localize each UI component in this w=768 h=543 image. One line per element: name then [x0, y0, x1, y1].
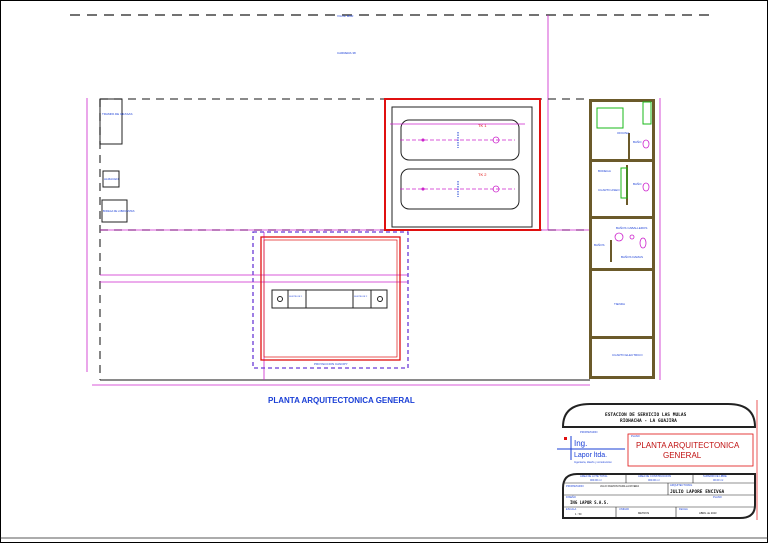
built-area-value: 000.00 m²: [648, 478, 660, 482]
sheet-label: PLANO: [713, 495, 722, 499]
room-cellar: BODEGA: [598, 169, 611, 173]
logo-mark: [564, 437, 567, 440]
canopy-label: PROYECCION CANOPY: [314, 362, 348, 366]
free-area-value: 00.00 m²: [713, 478, 723, 482]
project-line-1: ESTACION DE SERVICIO LAS MULAS: [605, 412, 687, 418]
room-bath-2: BAÑO: [633, 181, 642, 186]
dispenser-island: [271, 289, 388, 309]
room-electrical: CUARTO ELECTRICO: [612, 353, 643, 357]
owner-caption: PROPIETARIO: [580, 430, 598, 434]
room-women: BAÑOS DAMAS: [621, 254, 643, 259]
dispenser-left-label: SURTIDOR 1: [289, 296, 303, 298]
scale-label: ESCALA: [566, 507, 577, 511]
street-top-label: VIA AL MAR: [337, 14, 354, 18]
date-value: ABRIL de 2023: [699, 511, 717, 515]
scale-value: 1 : 50: [575, 512, 582, 516]
lubricants-label: BODEGA DE LUBRICANTES: [103, 210, 135, 213]
built-area-label: AREA DE CONSTRUCCION: [638, 474, 671, 478]
owner-value: JULIO RAMON PADILLA RIVERA: [600, 484, 639, 488]
room-baths: BAÑOS: [594, 242, 605, 247]
office-desk: [596, 107, 624, 129]
canopy-projection: [260, 236, 401, 361]
room-shop: TIENDA: [614, 302, 625, 306]
logo-line-2: Lapor ltda.: [574, 452, 607, 459]
dimension-lines: [86, 98, 661, 386]
designer-value: JULIO LAPORE ENCIVGA: [670, 489, 724, 495]
title-block: ESTACION DE SERVICIO LAS MULAS RIOHACHA …: [557, 400, 758, 520]
tank-2-label: TK 2: [478, 172, 487, 177]
dispenser-right-label: SURTIDOR 2: [354, 296, 368, 298]
plan-line-2: GENERAL: [663, 451, 702, 460]
lot-boundary: [99, 98, 590, 380]
drawing-title: PLANTA ARQUITECTONICA GENERAL: [268, 396, 415, 405]
shelf: [642, 101, 652, 125]
room-cleaning: CUARTO ASEO: [598, 188, 620, 192]
unit-label: UNIDAD: [619, 507, 629, 511]
grease-trap: [99, 98, 123, 145]
plan-line-1: PLANTA ARQUITECTONICA: [636, 441, 740, 450]
designer-label: ARQUITECTO/ING: [670, 483, 692, 487]
lot-area-label: AREA DE LOTE TOTAL: [580, 474, 608, 478]
canopy-outline: [252, 231, 409, 369]
design-value: ING LAPOR S.A.S.: [570, 500, 609, 505]
room-bath-1: BAÑO: [633, 139, 642, 144]
owner-label: PROPIETARIO:: [566, 484, 585, 488]
cad-drawing-canvas: VIA AL MAR CARRERA 38 TRAMPA DE GRASAS A…: [0, 0, 768, 543]
sanitary-fixtures: [614, 139, 650, 249]
logo-line-1: Ing.: [574, 439, 587, 448]
lot-area-value: 000.00 m²: [590, 478, 602, 482]
room-men: BAÑOS CABALLEROS: [616, 225, 647, 230]
logo-subtitle: Ingenieria, diseño y construccion: [574, 460, 612, 464]
plan-caption: PLANO: [631, 434, 640, 438]
project-line-2: RIOHACHA - LA GUAJIRA: [620, 418, 677, 424]
date-label: FECHA: [679, 507, 688, 511]
street-second-label: CARRERA 38: [337, 51, 356, 55]
unit-value: METROS: [638, 511, 649, 515]
tank-area: [384, 98, 541, 231]
storage-label: ALMACEN: [104, 177, 119, 181]
free-area-label: SUPERFICIE LIBRE: [703, 474, 727, 478]
room-office: OFICINA: [617, 131, 629, 135]
grease-trap-label: TRAMPA DE GRASAS: [102, 112, 132, 116]
